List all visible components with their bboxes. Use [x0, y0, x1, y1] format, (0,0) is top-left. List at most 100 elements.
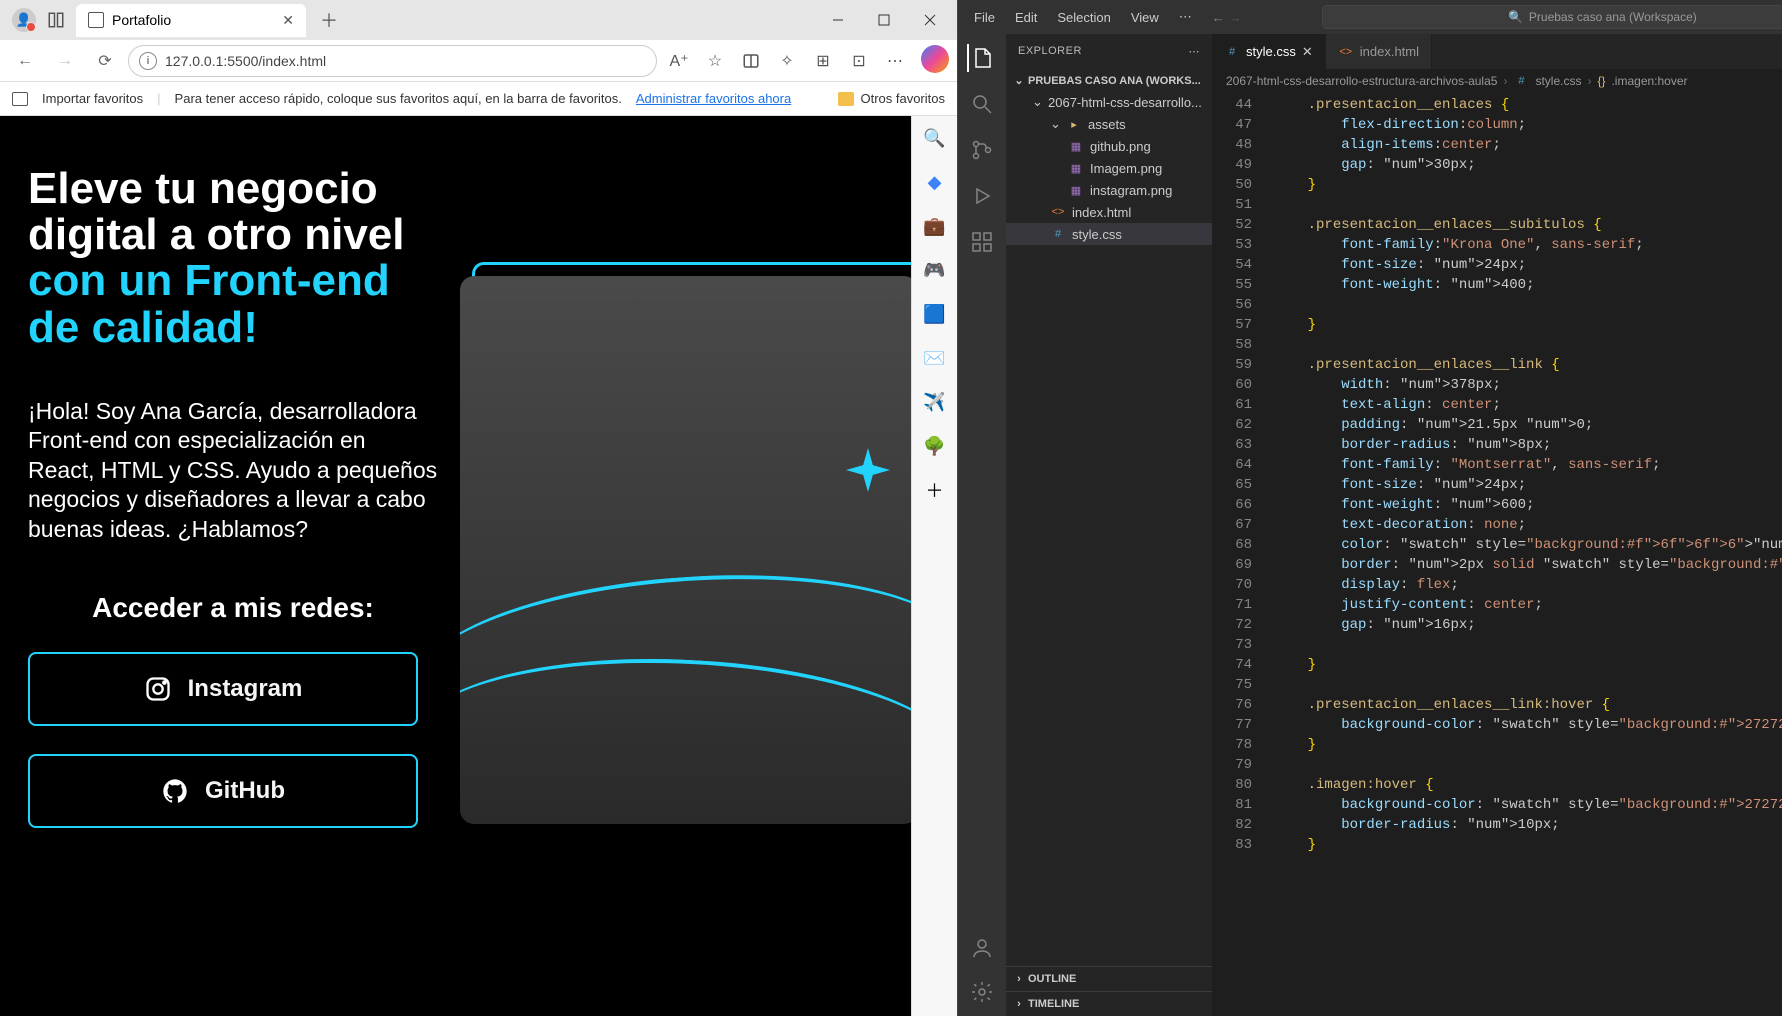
menu-edit[interactable]: Edit	[1007, 6, 1045, 29]
tree-icon[interactable]: 🌳	[921, 432, 949, 460]
back-button[interactable]: ←	[8, 44, 42, 78]
collections-icon[interactable]: ✧	[771, 45, 803, 77]
editor-tabs: # style.css ✕ <> index.html	[1212, 34, 1782, 69]
accounts-icon[interactable]	[968, 934, 996, 962]
read-aloud-icon[interactable]: A⁺	[663, 45, 695, 77]
headline-white: Eleve tu negocio digital a otro nivel	[28, 164, 405, 259]
line-gutter: 4447484950515253545556575859606162636465…	[1212, 93, 1266, 1016]
addr-right-icons: A⁺ ☆ ✧ ⊞ ⊡ ⋯	[663, 45, 949, 77]
menu-view[interactable]: View	[1123, 6, 1167, 29]
chevron-right-icon: ›	[1014, 998, 1024, 1010]
code-area[interactable]: 4447484950515253545556575859606162636465…	[1212, 93, 1782, 1016]
menu-file[interactable]: File	[966, 6, 1003, 29]
hero-photo	[460, 276, 911, 824]
other-favorites-link[interactable]: Otros favoritos	[860, 91, 945, 106]
forward-button[interactable]: →	[48, 44, 82, 78]
source-control-icon[interactable]	[968, 136, 996, 164]
extensions-icon[interactable]: ⊞	[807, 45, 839, 77]
telegram-icon[interactable]: ✈️	[921, 388, 949, 416]
new-tab-button[interactable]: ＋	[312, 3, 346, 37]
breadcrumb-selector: .imagen:hover	[1611, 74, 1687, 88]
favicon-icon	[88, 12, 104, 28]
games-icon[interactable]: 🎮	[921, 256, 949, 284]
nav-back-icon[interactable]: ←	[1212, 10, 1225, 25]
html-file-icon: <>	[1050, 204, 1066, 220]
profile-icon[interactable]: 👤	[12, 8, 36, 32]
breadcrumb[interactable]: 2067-html-css-desarrollo-estructura-arch…	[1212, 69, 1782, 93]
assets-folder[interactable]: ⌄ ▸ assets	[1006, 113, 1212, 135]
redes-title: Acceder a mis redes:	[28, 592, 438, 624]
file-style-css[interactable]: # style.css	[1006, 223, 1212, 245]
tab-style-css[interactable]: # style.css ✕	[1212, 34, 1326, 69]
minimize-button[interactable]	[815, 4, 861, 36]
settings-gear-icon[interactable]	[968, 978, 996, 1006]
nav-forward-icon[interactable]: →	[1229, 10, 1242, 25]
edge-sidebar: 🔍 ◆ 💼 🎮 🟦 ✉️ ✈️ 🌳 ＋	[911, 116, 957, 1016]
workspace-search-text: Pruebas caso ana (Workspace)	[1529, 10, 1697, 24]
more-icon[interactable]: ⋯	[879, 45, 911, 77]
import-favorites-icon	[12, 92, 28, 106]
command-center[interactable]: 🔍 Pruebas caso ana (Workspace)	[1322, 5, 1782, 29]
title-bar-left: 👤	[4, 8, 68, 32]
instagram-link[interactable]: Instagram	[28, 652, 418, 726]
tab-index-html[interactable]: <> index.html	[1326, 34, 1432, 69]
copilot-icon[interactable]	[921, 45, 949, 73]
shopping-icon[interactable]: 💼	[921, 212, 949, 240]
menu-more-icon[interactable]: ⋯	[1171, 5, 1200, 29]
github-icon	[161, 777, 189, 805]
office-icon[interactable]: 🟦	[921, 300, 949, 328]
explorer-more-icon[interactable]: ⋯	[1189, 45, 1201, 58]
chevron-down-icon: ⌄	[1014, 74, 1024, 87]
instagram-label: Instagram	[188, 675, 303, 703]
css-file-icon: #	[1224, 44, 1240, 60]
close-tab-icon[interactable]: ✕	[282, 12, 294, 29]
run-debug-icon[interactable]	[968, 182, 996, 210]
page-left: Eleve tu negocio digital a otro nivel co…	[28, 166, 438, 836]
admin-favorites-link[interactable]: Administrar favoritos ahora	[636, 91, 791, 106]
extensions-activity-icon[interactable]	[968, 228, 996, 256]
image-file-icon: ▦	[1068, 138, 1084, 154]
search-sidebar-icon[interactable]: 🔍	[921, 124, 949, 152]
search-icon: 🔍	[1508, 10, 1523, 24]
timeline-section[interactable]: › TIMELINE	[1006, 991, 1212, 1016]
project-folder[interactable]: ⌄ 2067-html-css-desarrollo...	[1006, 91, 1212, 113]
breadcrumb-file: style.css	[1535, 74, 1581, 88]
split-icon[interactable]	[735, 45, 767, 77]
activity-bar	[958, 34, 1006, 1016]
favorites-bar: Importar favoritos | Para tener acceso r…	[0, 82, 957, 116]
close-tab-icon[interactable]: ✕	[1302, 44, 1313, 60]
workspace-title[interactable]: ⌄ PRUEBAS CASO ANA (WORKS...	[1006, 70, 1212, 91]
file-github-png[interactable]: ▦ github.png	[1006, 135, 1212, 157]
photo-wrap	[460, 276, 911, 836]
blue-lozenge-icon[interactable]: ◆	[921, 168, 949, 196]
code-body[interactable]: .presentacion__enlaces { flex-direction:…	[1266, 93, 1782, 1016]
site-info-icon[interactable]: i	[139, 52, 157, 70]
outline-section[interactable]: › OUTLINE	[1006, 966, 1212, 991]
tab-portafolio[interactable]: Portafolio ✕	[76, 4, 306, 37]
browser-title-bar: 👤 Portafolio ✕ ＋	[0, 0, 957, 40]
instagram-icon	[144, 675, 172, 703]
search-activity-icon[interactable]	[968, 90, 996, 118]
file-imagem-png[interactable]: ▦ Imagem.png	[1006, 157, 1212, 179]
address-bar[interactable]: i 127.0.0.1:5500/index.html	[128, 45, 657, 77]
outlook-icon[interactable]: ✉️	[921, 344, 949, 372]
timeline-label: TIMELINE	[1028, 998, 1079, 1010]
file-instagram-png[interactable]: ▦ instagram.png	[1006, 179, 1212, 201]
refresh-button[interactable]: ⟳	[88, 44, 122, 78]
github-link[interactable]: GitHub	[28, 754, 418, 828]
menu-selection[interactable]: Selection	[1049, 6, 1118, 29]
close-window-button[interactable]	[907, 4, 953, 36]
maximize-button[interactable]	[861, 4, 907, 36]
explorer-icon[interactable]	[967, 44, 995, 72]
workspaces-icon[interactable]	[44, 8, 68, 32]
favorite-icon[interactable]: ☆	[699, 45, 731, 77]
file-index-html[interactable]: <> index.html	[1006, 201, 1212, 223]
css-file-icon: #	[1050, 226, 1066, 242]
chevron-down-icon: ⌄	[1032, 94, 1042, 110]
content-area: Eleve tu negocio digital a otro nivel co…	[0, 116, 957, 1016]
plus-sidebar-icon[interactable]: ＋	[921, 476, 949, 504]
address-row: ← → ⟳ i 127.0.0.1:5500/index.html A⁺ ☆ ✧…	[0, 40, 957, 82]
wallet-icon[interactable]: ⊡	[843, 45, 875, 77]
import-favorites-link[interactable]: Importar favoritos	[42, 91, 143, 106]
html-file-icon: <>	[1338, 44, 1354, 60]
